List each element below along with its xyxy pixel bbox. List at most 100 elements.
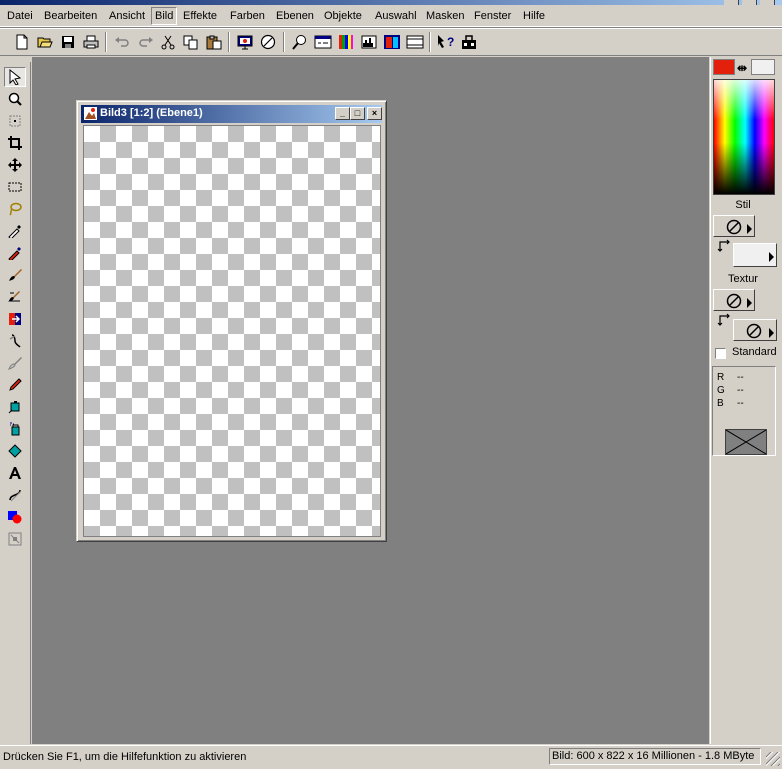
open-icon[interactable] [35,32,55,52]
transparent-canvas[interactable] [83,125,381,537]
histogram-icon[interactable] [359,32,379,52]
document-title: Bild3 [1:2] (Ebene1) [100,107,203,119]
airbrush-tool-icon[interactable] [4,397,26,417]
smudge-tool-icon[interactable] [4,375,26,395]
fill-tool-icon[interactable] [4,419,26,439]
toolbar-separator [105,32,107,52]
cut-icon[interactable] [158,32,178,52]
retouch-tool-icon[interactable] [4,331,26,351]
g-row: G -- [717,385,744,396]
r-label: R [717,372,725,383]
toolbar-separator [283,32,285,52]
dropdown-arrow-icon [769,328,774,338]
copy-icon[interactable] [181,32,201,52]
menu-farben[interactable]: Farben [230,8,265,24]
crop-tool-icon[interactable] [4,133,26,153]
save-icon[interactable] [58,32,78,52]
b-label: B [717,398,724,409]
background-texture-button[interactable] [733,319,777,341]
text-tool-icon[interactable] [4,463,26,483]
colors-icon[interactable] [336,32,356,52]
browse-icon[interactable] [258,32,278,52]
null-style-icon [726,219,742,235]
color-replacer-tool-icon[interactable] [4,309,26,329]
deform-tool-icon[interactable] [4,111,26,131]
g-value: -- [737,385,744,396]
help-icon[interactable]: ? [436,32,456,52]
null-texture-icon [726,293,742,309]
r-row: R -- [717,372,744,383]
style-label: Stil [735,199,751,211]
main-toolbar: ? [0,28,782,56]
selection-tool-icon[interactable] [4,177,26,197]
print-icon[interactable] [81,32,101,52]
background-color-swatch[interactable] [751,59,775,75]
clone-tool-icon[interactable] [4,287,26,307]
foreground-texture-button[interactable] [713,289,755,311]
document-maximize-button[interactable]: □ [350,107,365,120]
toolbar-separator [228,32,230,52]
menu-ansicht[interactable]: Ansicht [109,8,145,24]
null-texture-icon [746,323,762,339]
brush-tool-icon[interactable] [4,265,26,285]
layers-icon[interactable] [382,32,402,52]
move-tool-icon[interactable] [4,155,26,175]
dropper-tool-icon[interactable] [4,243,26,263]
script-icon[interactable] [459,32,479,52]
color-info-panel: R -- G -- B -- [712,366,776,456]
toolbar-options-icon[interactable] [405,32,425,52]
document-close-button[interactable]: × [367,107,382,120]
document-window[interactable]: Bild3 [1:2] (Ebene1) _ □ × [76,100,387,542]
vector-fill-tool-icon[interactable] [4,441,26,461]
color-palette: ⇹ Stil Textur Standard R -- G -- B -- [710,57,782,744]
shape-tool-icon[interactable] [4,507,26,527]
foreground-color-swatch[interactable] [713,59,735,75]
menu-auswahl[interactable]: Auswahl [375,8,417,24]
overview-icon[interactable] [313,32,333,52]
document-titlebar[interactable]: Bild3 [1:2] (Ebene1) _ □ × [81,105,382,123]
swap-styles-icon[interactable] [717,239,731,256]
menu-fenster[interactable]: Fenster [474,8,511,24]
swap-colors-icon[interactable]: ⇹ [737,61,747,75]
status-bar: Drücken Sie F1, um die Hilfefunktion zu … [0,745,782,769]
screen-capture-icon[interactable] [235,32,255,52]
menu-bar: Datei Bearbeiten Ansicht Bild Effekte Fa… [0,5,782,27]
zoom-icon[interactable] [290,32,310,52]
background-style-button[interactable] [733,243,777,267]
menu-masken[interactable]: Masken [426,8,465,24]
line-tool-icon[interactable] [4,485,26,505]
b-value: -- [737,398,744,409]
redo-icon[interactable] [136,32,156,52]
document-icon [84,107,97,120]
tool-palette [0,62,31,744]
g-label: G [717,385,725,396]
vector-tool-icon[interactable] [4,529,26,549]
r-value: -- [737,372,744,383]
color-preview-box [725,429,767,455]
new-icon[interactable] [12,32,32,52]
b-row: B -- [717,398,744,409]
standard-checkbox[interactable] [715,348,726,359]
menu-bearbeiten[interactable]: Bearbeiten [44,8,97,24]
menu-bild[interactable]: Bild [151,7,178,25]
menu-effekte[interactable]: Effekte [183,8,217,24]
lasso-tool-icon[interactable] [4,199,26,219]
paste-icon[interactable] [204,32,224,52]
menu-ebenen[interactable]: Ebenen [276,8,314,24]
swap-textures-icon[interactable] [717,313,731,330]
menu-objekte[interactable]: Objekte [324,8,362,24]
pointer-tool-icon[interactable] [4,67,26,87]
dropdown-arrow-icon [747,298,752,308]
resize-grip[interactable] [766,752,780,766]
menu-hilfe[interactable]: Hilfe [523,8,545,24]
eraser-tool-icon[interactable] [4,353,26,373]
document-minimize-button[interactable]: _ [335,107,350,120]
foreground-style-button[interactable] [713,215,755,237]
eyedropper-tool-icon[interactable] [4,221,26,241]
zoom-tool-icon[interactable] [4,89,26,109]
menu-datei[interactable]: Datei [7,8,33,24]
color-spectrum[interactable] [713,79,775,195]
undo-icon[interactable] [112,32,132,52]
status-image-info: Bild: 600 x 822 x 16 Millionen - 1.8 MBy… [549,748,761,765]
svg-text:?: ? [447,35,454,49]
